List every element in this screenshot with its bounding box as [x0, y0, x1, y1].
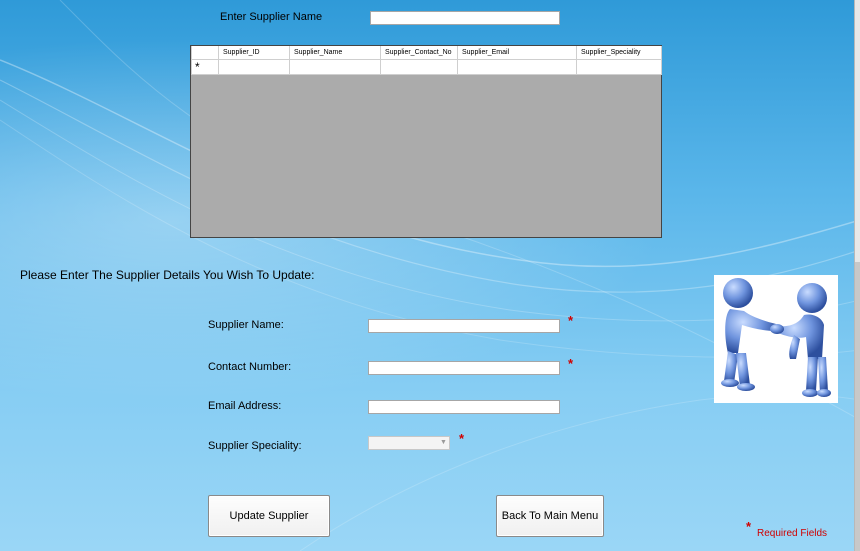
column-header-supplier-name[interactable]: Supplier_Name: [289, 46, 381, 60]
email-address-label: Email Address:: [208, 400, 282, 412]
update-supplier-button[interactable]: Update Supplier: [208, 495, 330, 537]
email-address-input[interactable]: [368, 400, 560, 414]
supplier-name-label: Supplier Name:: [208, 319, 284, 331]
contact-number-label: Contact Number:: [208, 361, 292, 373]
new-row-marker[interactable]: *: [191, 59, 219, 75]
column-header-supplier-id[interactable]: Supplier_ID: [218, 46, 290, 60]
suppliers-table: Supplier_ID Supplier_Name Supplier_Conta…: [191, 46, 662, 75]
scrollbar-thumb[interactable]: [855, 262, 860, 551]
required-legend-star: *: [746, 519, 752, 534]
supplier-search-input[interactable]: [370, 11, 560, 25]
grid-cell[interactable]: [380, 59, 458, 75]
grid-new-row[interactable]: *: [191, 59, 662, 75]
required-star-name: *: [568, 313, 574, 328]
suppliers-grid[interactable]: Supplier_ID Supplier_Name Supplier_Conta…: [190, 45, 662, 238]
required-star-contact: *: [568, 356, 574, 371]
handshake-people-icon: [721, 278, 831, 397]
grid-cell[interactable]: [218, 59, 290, 75]
chevron-down-icon[interactable]: ▼: [438, 437, 449, 449]
back-to-main-menu-button[interactable]: Back To Main Menu: [496, 495, 604, 537]
grid-cell[interactable]: [576, 59, 662, 75]
vertical-scrollbar[interactable]: [854, 0, 860, 551]
grid-corner-header: [191, 46, 219, 60]
required-fields-note: Required Fields: [757, 528, 828, 539]
required-star-speciality: *: [459, 431, 465, 446]
column-header-email[interactable]: Supplier_Email: [457, 46, 577, 60]
column-header-contact-no[interactable]: Supplier_Contact_No: [380, 46, 458, 60]
column-header-speciality[interactable]: Supplier_Speciality: [576, 46, 662, 60]
search-label: Enter Supplier Name: [220, 11, 323, 23]
grid-header-row: Supplier_ID Supplier_Name Supplier_Conta…: [191, 46, 662, 60]
section-title: Please Enter The Supplier Details You Wi…: [20, 268, 315, 282]
supplier-name-input[interactable]: [368, 319, 560, 333]
grid-cell[interactable]: [457, 59, 577, 75]
contact-number-input[interactable]: [368, 361, 560, 375]
grid-cell[interactable]: [289, 59, 381, 75]
supplier-speciality-dropdown[interactable]: ▼: [368, 436, 450, 450]
supplier-speciality-label: Supplier Speciality:: [208, 440, 302, 452]
supplier-handshake-picture: [714, 275, 838, 403]
